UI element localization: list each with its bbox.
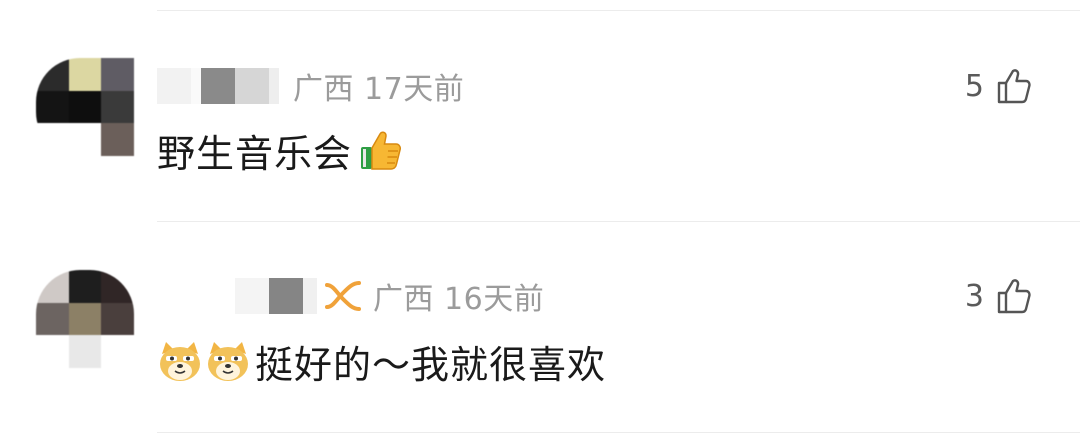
divider [157, 10, 1080, 11]
ribbon-badge-icon [325, 281, 361, 311]
like-count: 3 [964, 278, 984, 314]
timestamp: 16天前 [444, 282, 545, 317]
comment-meta: 广西 16天前 [157, 274, 544, 318]
like-button[interactable]: 5 [965, 64, 1032, 108]
doge-emoji-icon [208, 342, 248, 381]
doge-emoji-icon [160, 342, 200, 381]
username-blurred[interactable] [157, 278, 317, 314]
comment-text: 挺好的～我就很喜欢 [157, 336, 607, 387]
location: 广西 [373, 282, 434, 317]
thumbs-up-outline-icon[interactable] [996, 277, 1032, 315]
divider [157, 221, 1080, 222]
comment-body: 挺好的～我就很喜欢 [255, 342, 607, 387]
comment-text: 野生音乐会 [157, 126, 404, 176]
divider [157, 432, 1080, 433]
comment-meta: 广西 17天前 [157, 64, 464, 108]
like-count: 5 [964, 68, 984, 104]
location-time: 广西 16天前 [373, 274, 544, 318]
comment-body: 野生音乐会 [157, 131, 353, 176]
location: 广西 [293, 72, 354, 107]
thumbs-up-outline-icon[interactable] [996, 67, 1032, 105]
like-button[interactable]: 3 [965, 274, 1032, 318]
username-blurred[interactable] [157, 68, 279, 104]
comment-list: 广西 17天前 5 野生音乐会 广西 16天前 3 挺好的～我就很喜欢 [0, 0, 1080, 446]
avatar[interactable] [36, 58, 134, 156]
thumbs-up-emoji-icon [361, 131, 402, 170]
timestamp: 17天前 [364, 72, 465, 107]
location-time: 广西 17天前 [293, 64, 464, 108]
avatar[interactable] [36, 270, 134, 368]
